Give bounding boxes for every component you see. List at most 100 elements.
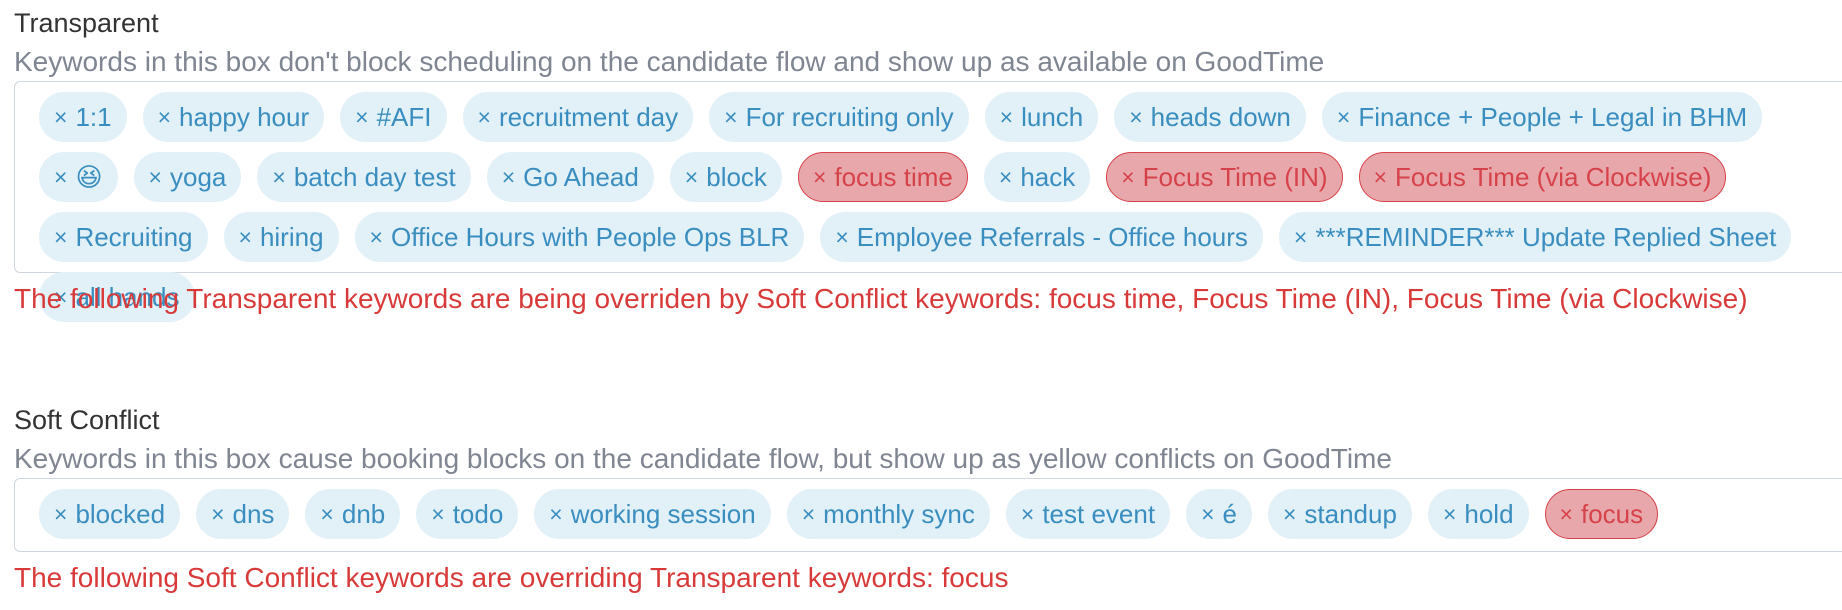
remove-tag-icon[interactable]: × (1294, 224, 1307, 251)
keyword-tag[interactable]: × hack (983, 152, 1091, 202)
remove-tag-icon[interactable]: × (835, 224, 848, 251)
remove-tag-icon[interactable]: × (813, 164, 826, 191)
remove-tag-icon[interactable]: × (1443, 501, 1456, 528)
keyword-tag[interactable]: × 😆 (39, 152, 118, 202)
keyword-tag[interactable]: × é (1186, 489, 1252, 539)
keyword-tag[interactable]: × lunch (984, 92, 1099, 142)
keyword-tag[interactable]: × happy hour (142, 92, 325, 142)
keyword-tag-label: batch day test (293, 161, 456, 192)
remove-tag-icon[interactable]: × (272, 164, 285, 191)
transparent-description: Keywords in this box don't block schedul… (14, 46, 1325, 77)
keyword-tag-label: Focus Time (IN) (1142, 161, 1328, 192)
keyword-tag[interactable]: × hiring (223, 212, 339, 262)
remove-tag-icon[interactable]: × (355, 104, 368, 131)
soft-conflict-title: Soft Conflict (14, 405, 160, 435)
keyword-tag[interactable]: × Recruiting (39, 212, 208, 262)
transparent-keywords-input[interactable]: × 1:1 × happy hour × #AFI × recruitment day × For… (14, 81, 1842, 322)
remove-tag-icon[interactable]: × (239, 224, 252, 251)
keyword-tag-conflict[interactable]: × Focus Time (IN) (1106, 152, 1343, 202)
remove-tag-icon[interactable]: × (158, 104, 171, 131)
keyword-tag[interactable]: × block (669, 152, 782, 202)
keyword-tag[interactable]: × dns (196, 489, 290, 539)
keyword-tag-label: block (706, 161, 767, 192)
keyword-tag-conflict[interactable]: × Focus Time (via Clockwise) (1358, 152, 1727, 202)
keyword-tag[interactable]: × todo (416, 489, 519, 539)
remove-tag-icon[interactable]: × (802, 501, 815, 528)
keyword-tag-label: lunch (1021, 101, 1084, 132)
soft-conflict-error-message: The following Soft Conflict keywords are… (14, 562, 1009, 593)
remove-tag-icon[interactable]: × (502, 164, 515, 191)
remove-tag-icon[interactable]: × (54, 501, 67, 528)
remove-tag-icon[interactable]: × (1560, 501, 1573, 528)
keyword-tag-label: test event (1042, 498, 1156, 529)
transparent-section: Transparent Keywords in this box don't b… (14, 7, 1842, 322)
keyword-tag[interactable]: × standup (1267, 489, 1412, 539)
remove-tag-icon[interactable]: × (149, 164, 162, 191)
keyword-tag-label: focus time (834, 161, 953, 192)
remove-tag-icon[interactable]: × (1021, 501, 1034, 528)
transparent-error-message: The following Transparent keywords are b… (14, 283, 1748, 314)
remove-tag-icon[interactable]: × (54, 164, 67, 191)
keyword-tag-label: recruitment day (498, 101, 679, 132)
keyword-tag[interactable]: × ***REMINDER*** Update Replied Sheet (1278, 212, 1792, 262)
keyword-tag-label: é (1222, 498, 1237, 529)
keyword-tag-label: Focus Time (via Clockwise) (1395, 161, 1712, 192)
keyword-tag[interactable]: × For recruiting only (709, 92, 969, 142)
remove-tag-icon[interactable]: × (478, 104, 491, 131)
keyword-tag-label: Recruiting (75, 221, 193, 252)
remove-tag-icon[interactable]: × (320, 501, 333, 528)
keyword-tag[interactable]: × batch day test (257, 152, 471, 202)
remove-tag-icon[interactable]: × (54, 224, 67, 251)
remove-tag-icon[interactable]: × (1283, 501, 1296, 528)
remove-tag-icon[interactable]: × (211, 501, 224, 528)
keyword-tag-label: 1:1 (75, 101, 112, 132)
remove-tag-icon[interactable]: × (999, 164, 1012, 191)
remove-tag-icon[interactable]: × (549, 501, 562, 528)
keyword-tag-conflict[interactable]: × focus (1544, 489, 1659, 539)
soft-conflict-description: Keywords in this box cause booking block… (14, 443, 1392, 474)
remove-tag-icon[interactable]: × (370, 224, 383, 251)
soft-conflict-keywords-input[interactable]: × blocked × dns × dnb × todo × working session × mo… (14, 478, 1842, 552)
remove-tag-icon[interactable]: × (1129, 104, 1142, 131)
keyword-tag-label: hiring (259, 221, 324, 252)
transparent-title: Transparent (14, 8, 159, 38)
keyword-tag-label: Office Hours with People Ops BLR (390, 221, 790, 252)
keyword-tag[interactable]: × Finance + People + Legal in BHM (1321, 92, 1763, 142)
keyword-tag-label: heads down (1150, 101, 1291, 132)
remove-tag-icon[interactable]: × (724, 104, 737, 131)
keyword-tag[interactable]: × hold (1427, 489, 1529, 539)
soft-conflict-section: Soft Conflict Keywords in this box cause… (14, 404, 1842, 597)
keyword-tag[interactable]: × #AFI (340, 92, 447, 142)
keyword-tag[interactable]: × Office Hours with People Ops BLR (354, 212, 805, 262)
keyword-tag[interactable]: × recruitment day (462, 92, 694, 142)
keyword-tag[interactable]: × working session (534, 489, 771, 539)
keyword-tag[interactable]: × heads down (1114, 92, 1306, 142)
keyword-tag-label: todo (452, 498, 504, 529)
remove-tag-icon[interactable]: × (1201, 501, 1214, 528)
keyword-tag-label: focus (1580, 498, 1644, 529)
keyword-tag[interactable]: × test event (1005, 489, 1171, 539)
remove-tag-icon[interactable]: × (685, 164, 698, 191)
keyword-tag[interactable]: × 1:1 (39, 92, 127, 142)
keyword-tag-label: For recruiting only (745, 101, 954, 132)
remove-tag-icon[interactable]: × (1337, 104, 1350, 131)
keyword-tag-label: hold (1464, 498, 1514, 529)
remove-tag-icon[interactable]: × (1000, 104, 1013, 131)
keyword-tag[interactable]: × blocked (39, 489, 181, 539)
remove-tag-icon[interactable]: × (54, 104, 67, 131)
keyword-tag-label: dnb (341, 498, 386, 529)
remove-tag-icon[interactable]: × (431, 501, 444, 528)
keyword-tag-label: hack (1020, 161, 1076, 192)
keyword-tag[interactable]: × dnb (305, 489, 401, 539)
keyword-tag[interactable]: × monthly sync (786, 489, 990, 539)
keyword-tag-label: happy hour (179, 101, 310, 132)
keyword-tag[interactable]: × Go Ahead (486, 152, 654, 202)
keyword-tag-conflict[interactable]: × focus time (797, 152, 968, 202)
keyword-tag-label: blocked (75, 498, 166, 529)
keyword-tag-label: monthly sync (823, 498, 975, 529)
remove-tag-icon[interactable]: × (1121, 164, 1134, 191)
keyword-tag-label: Finance + People + Legal in BHM (1358, 101, 1748, 132)
keyword-tag[interactable]: × yoga (133, 152, 242, 202)
remove-tag-icon[interactable]: × (1374, 164, 1387, 191)
keyword-tag[interactable]: × Employee Referrals - Office hours (820, 212, 1263, 262)
